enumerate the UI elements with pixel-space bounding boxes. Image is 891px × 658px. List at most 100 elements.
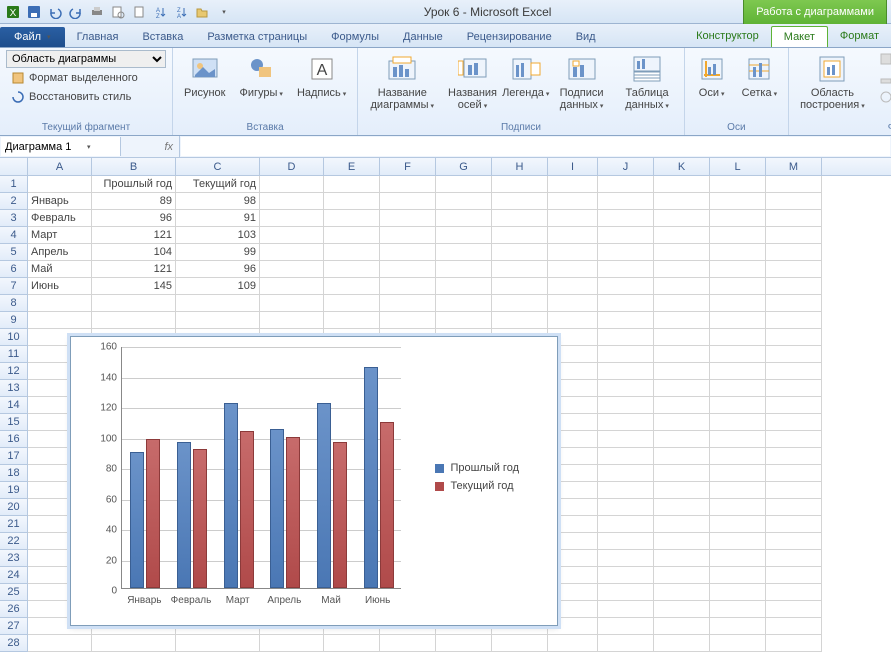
cell-B4[interactable]: 121 [92, 227, 176, 244]
cell-B5[interactable]: 104 [92, 244, 176, 261]
row-header-25[interactable]: 25 [0, 584, 28, 601]
cell-J17[interactable] [598, 448, 654, 465]
cell-L1[interactable] [710, 176, 766, 193]
cell-M11[interactable] [766, 346, 822, 363]
row-header-8[interactable]: 8 [0, 295, 28, 312]
col-header-E[interactable]: E [324, 158, 380, 175]
tab-Конструктор[interactable]: Конструктор [684, 26, 771, 47]
cell-L2[interactable] [710, 193, 766, 210]
cell-I6[interactable] [548, 261, 598, 278]
cell-J10[interactable] [598, 329, 654, 346]
cell-E28[interactable] [324, 635, 380, 652]
cell-L19[interactable] [710, 482, 766, 499]
cell-J22[interactable] [598, 533, 654, 550]
cell-J18[interactable] [598, 465, 654, 482]
axis-titles-button[interactable]: Названия осей▾ [444, 50, 500, 114]
cell-F5[interactable] [380, 244, 436, 261]
cell-E2[interactable] [324, 193, 380, 210]
cell-A6[interactable]: Май [28, 261, 92, 278]
cell-L4[interactable] [710, 227, 766, 244]
cell-K22[interactable] [654, 533, 710, 550]
cell-C2[interactable]: 98 [176, 193, 260, 210]
cell-L20[interactable] [710, 499, 766, 516]
cell-M8[interactable] [766, 295, 822, 312]
cell-H1[interactable] [492, 176, 548, 193]
cell-L18[interactable] [710, 465, 766, 482]
row-header-15[interactable]: 15 [0, 414, 28, 431]
data-labels-button[interactable]: Подписи данных▾ [551, 50, 613, 114]
cell-J9[interactable] [598, 312, 654, 329]
cell-J23[interactable] [598, 550, 654, 567]
cell-G2[interactable] [436, 193, 492, 210]
row-header-23[interactable]: 23 [0, 550, 28, 567]
bar-Текущий год-Апрель[interactable] [286, 437, 300, 588]
plot-area-button[interactable]: Область построения▾ [795, 50, 870, 114]
bar-Прошлый год-Апрель[interactable] [270, 429, 284, 588]
row-header-5[interactable]: 5 [0, 244, 28, 261]
cell-I8[interactable] [548, 295, 598, 312]
cell-E6[interactable] [324, 261, 380, 278]
cell-K9[interactable] [654, 312, 710, 329]
cell-K5[interactable] [654, 244, 710, 261]
cell-G4[interactable] [436, 227, 492, 244]
cell-J3[interactable] [598, 210, 654, 227]
cell-L7[interactable] [710, 278, 766, 295]
excel-icon[interactable]: X [4, 3, 22, 21]
row-header-22[interactable]: 22 [0, 533, 28, 550]
col-header-H[interactable]: H [492, 158, 548, 175]
formula-input[interactable] [181, 137, 890, 156]
cell-B1[interactable]: Прошлый год [92, 176, 176, 193]
cell-F9[interactable] [380, 312, 436, 329]
cell-I3[interactable] [548, 210, 598, 227]
cell-M12[interactable] [766, 363, 822, 380]
legend-item-1[interactable]: Текущий год [435, 480, 519, 492]
cell-I9[interactable] [548, 312, 598, 329]
cell-M22[interactable] [766, 533, 822, 550]
cell-K25[interactable] [654, 584, 710, 601]
cell-K14[interactable] [654, 397, 710, 414]
cell-G28[interactable] [436, 635, 492, 652]
cell-M9[interactable] [766, 312, 822, 329]
tab-Формат[interactable]: Формат [828, 26, 891, 47]
cell-F7[interactable] [380, 278, 436, 295]
cell-D1[interactable] [260, 176, 324, 193]
cell-M13[interactable] [766, 380, 822, 397]
name-box[interactable]: ▾ [1, 137, 121, 156]
cell-J14[interactable] [598, 397, 654, 414]
cell-D3[interactable] [260, 210, 324, 227]
cell-A8[interactable] [28, 295, 92, 312]
cell-M27[interactable] [766, 618, 822, 635]
cell-I28[interactable] [548, 635, 598, 652]
col-header-F[interactable]: F [380, 158, 436, 175]
row-header-10[interactable]: 10 [0, 329, 28, 346]
cell-L28[interactable] [710, 635, 766, 652]
tab-Вид[interactable]: Вид [564, 27, 608, 47]
cell-H9[interactable] [492, 312, 548, 329]
cell-L3[interactable] [710, 210, 766, 227]
cell-H3[interactable] [492, 210, 548, 227]
cell-L26[interactable] [710, 601, 766, 618]
reset-style-button[interactable]: Восстановить стиль [6, 88, 166, 106]
cell-F8[interactable] [380, 295, 436, 312]
cell-M2[interactable] [766, 193, 822, 210]
cell-M1[interactable] [766, 176, 822, 193]
cell-K12[interactable] [654, 363, 710, 380]
row-header-7[interactable]: 7 [0, 278, 28, 295]
format-selection-button[interactable]: Формат выделенного [6, 69, 166, 87]
cell-M18[interactable] [766, 465, 822, 482]
tab-Рецензирование[interactable]: Рецензирование [455, 27, 564, 47]
chart-plot-area[interactable] [121, 347, 401, 589]
cell-G5[interactable] [436, 244, 492, 261]
cell-L25[interactable] [710, 584, 766, 601]
cell-J8[interactable] [598, 295, 654, 312]
bar-Текущий год-Март[interactable] [240, 431, 254, 588]
cell-M21[interactable] [766, 516, 822, 533]
cell-K24[interactable] [654, 567, 710, 584]
cell-M6[interactable] [766, 261, 822, 278]
row-header-2[interactable]: 2 [0, 193, 28, 210]
cell-L21[interactable] [710, 516, 766, 533]
row-header-13[interactable]: 13 [0, 380, 28, 397]
tab-Вставка[interactable]: Вставка [130, 27, 195, 47]
cell-E1[interactable] [324, 176, 380, 193]
col-header-M[interactable]: M [766, 158, 822, 175]
